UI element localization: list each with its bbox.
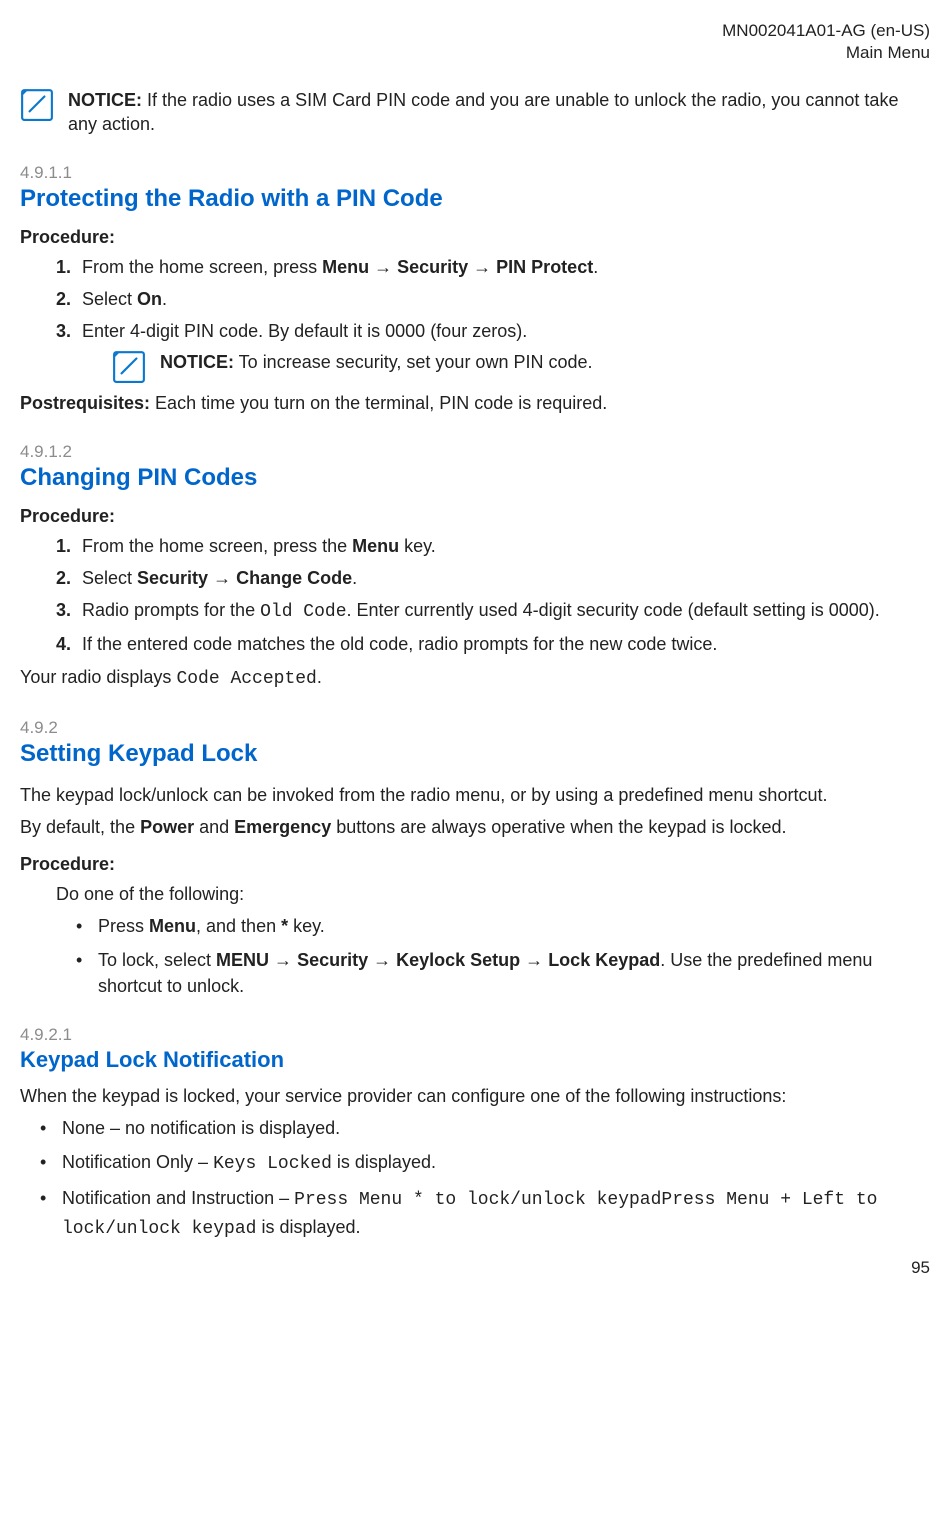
text: is displayed. <box>332 1152 436 1172</box>
postrequisites: Postrequisites: Each time you turn on th… <box>20 390 930 416</box>
text: → <box>369 257 397 277</box>
list-item: Select Security → Change Code. <box>76 565 930 591</box>
page-number: 95 <box>911 1258 930 1278</box>
text: → <box>368 950 396 970</box>
text: Notification Only – <box>62 1152 213 1172</box>
button-name: Emergency <box>234 817 331 837</box>
section-number: 4.9.2 <box>20 718 930 738</box>
notice-label: NOTICE: <box>160 352 234 372</box>
list-item: Radio prompts for the Old Code. Enter cu… <box>76 597 930 625</box>
section-number: 4.9.1.2 <box>20 442 930 462</box>
text: , and then <box>196 916 281 936</box>
text: To lock, select <box>98 950 216 970</box>
do-one-of: Do one of the following: <box>56 881 930 907</box>
text: . Enter currently used 4-digit security … <box>347 600 880 620</box>
button-name: Power <box>140 817 194 837</box>
text: . <box>162 289 167 309</box>
menu-item: Change Code <box>236 568 352 588</box>
postreq-text: Each time you turn on the terminal, PIN … <box>150 393 607 413</box>
section-title: Setting Keypad Lock <box>20 740 930 768</box>
notice-label: NOTICE: <box>68 90 142 110</box>
text: From the home screen, press the <box>82 536 352 556</box>
option: On <box>137 289 162 309</box>
section-title: Protecting the Radio with a PIN Code <box>20 185 930 213</box>
list-item: To lock, select MENU → Security → Keyloc… <box>76 947 930 999</box>
text: By default, the <box>20 817 140 837</box>
list-item: Enter 4-digit PIN code. By default it is… <box>76 318 930 384</box>
text: Select <box>82 289 137 309</box>
procedure-label: Procedure: <box>20 506 930 527</box>
menu-item: Lock Keypad <box>548 950 660 970</box>
code-text: Code Accepted <box>176 669 316 689</box>
section-name: Main Menu <box>20 42 930 64</box>
postreq-label: Postrequisites: <box>20 393 150 413</box>
page: DRAFT MN002041A01-AG (en-US) Main Menu N… <box>0 0 950 1290</box>
menu-item: MENU <box>216 950 269 970</box>
section-title: Changing PIN Codes <box>20 464 930 492</box>
notice-block: NOTICE: If the radio uses a SIM Card PIN… <box>20 88 930 137</box>
notice-body: If the radio uses a SIM Card PIN code an… <box>68 90 898 134</box>
list-item: Notification Only – Keys Locked is displ… <box>40 1149 930 1177</box>
menu-key: Menu <box>322 257 369 277</box>
notice-text: NOTICE: If the radio uses a SIM Card PIN… <box>68 88 930 137</box>
text: . <box>317 667 322 687</box>
list-item: From the home screen, press the Menu key… <box>76 533 930 559</box>
text: Select <box>82 568 137 588</box>
menu-item: Security <box>137 568 208 588</box>
text: → <box>468 257 496 277</box>
procedure-list: From the home screen, press Menu → Secur… <box>20 254 930 384</box>
section-title: Keypad Lock Notification <box>20 1047 930 1073</box>
code-text: Old Code <box>260 602 346 622</box>
notice-icon <box>112 350 146 384</box>
list-item: Select On. <box>76 286 930 312</box>
result-text: Your radio displays Code Accepted. <box>20 664 930 692</box>
text: Radio prompts for the <box>82 600 260 620</box>
section-number: 4.9.1.1 <box>20 163 930 183</box>
bullet-list: Press Menu, and then * key. To lock, sel… <box>20 913 930 999</box>
list-item: Press Menu, and then * key. <box>76 913 930 939</box>
procedure-list: From the home screen, press the Menu key… <box>20 533 930 657</box>
list-item: From the home screen, press Menu → Secur… <box>76 254 930 280</box>
text: None – no notification is displayed. <box>62 1118 340 1138</box>
text: If the entered code matches the old code… <box>82 634 717 654</box>
code-text: Keys Locked <box>213 1154 332 1174</box>
page-header: MN002041A01-AG (en-US) Main Menu <box>20 20 930 64</box>
notice-body: To increase security, set your own PIN c… <box>234 352 593 372</box>
text: From the home screen, press <box>82 257 322 277</box>
menu-key: Menu <box>149 916 196 936</box>
text: and <box>194 817 234 837</box>
menu-item: Security <box>297 950 368 970</box>
menu-key: Menu <box>352 536 399 556</box>
text: → <box>208 568 236 588</box>
section-number: 4.9.2.1 <box>20 1025 930 1045</box>
menu-item: Keylock Setup <box>396 950 520 970</box>
notice-block: NOTICE: To increase security, set your o… <box>112 350 930 384</box>
text: Notification and Instruction – <box>62 1188 294 1208</box>
text: Your radio displays <box>20 667 176 687</box>
text: . <box>593 257 598 277</box>
text: → <box>269 950 297 970</box>
text: key. <box>399 536 436 556</box>
bullet-list: None – no notification is displayed. Not… <box>20 1115 930 1241</box>
menu-item: Security <box>397 257 468 277</box>
procedure-label: Procedure: <box>20 854 930 875</box>
list-item: None – no notification is displayed. <box>40 1115 930 1141</box>
doc-id: MN002041A01-AG (en-US) <box>20 20 930 42</box>
menu-item: PIN Protect <box>496 257 593 277</box>
procedure-label: Procedure: <box>20 227 930 248</box>
text: key. <box>288 916 325 936</box>
text: . <box>352 568 357 588</box>
text: Press <box>98 916 149 936</box>
list-item: If the entered code matches the old code… <box>76 631 930 657</box>
text: is displayed. <box>256 1217 360 1237</box>
intro-text: When the keypad is locked, your service … <box>20 1083 930 1109</box>
notice-text: NOTICE: To increase security, set your o… <box>160 350 593 384</box>
intro-text: The keypad lock/unlock can be invoked fr… <box>20 782 930 808</box>
text: → <box>520 950 548 970</box>
notice-icon <box>20 88 54 137</box>
intro-text: By default, the Power and Emergency butt… <box>20 814 930 840</box>
text: Enter 4-digit PIN code. By default it is… <box>82 321 527 341</box>
text: buttons are always operative when the ke… <box>331 817 786 837</box>
list-item: Notification and Instruction – Press Men… <box>40 1185 930 1241</box>
